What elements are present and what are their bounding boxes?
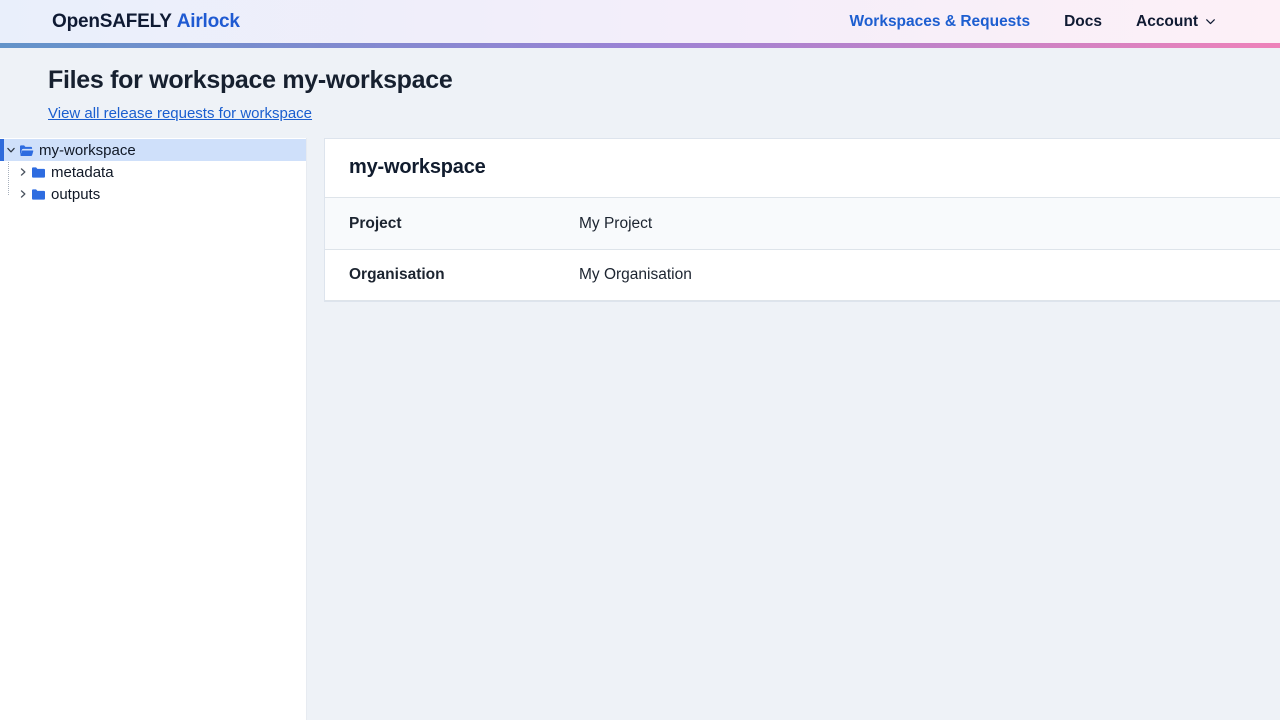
chevron-down-icon: [1205, 16, 1216, 27]
tree-guide-line: [8, 162, 9, 195]
nav-links: Workspaces & Requests Docs Account: [849, 13, 1216, 31]
tree-item-outputs[interactable]: outputs: [0, 183, 306, 205]
navbar: OpenSAFELYAirlock Workspaces & Requests …: [0, 0, 1280, 43]
brand-logo[interactable]: OpenSAFELYAirlock: [52, 11, 240, 33]
detail-label-organisation: Organisation: [325, 266, 579, 284]
workspace-card-title: my-workspace: [325, 139, 1280, 197]
tree-item-label: metadata: [51, 164, 114, 181]
tree-item-label: outputs: [51, 186, 100, 203]
view-release-requests-link[interactable]: View all release requests for workspace: [48, 104, 312, 124]
file-tree-sidebar: my-workspace metadata outputs: [0, 138, 307, 720]
nav-link-account-label: Account: [1136, 13, 1198, 31]
detail-value-project: My Project: [579, 215, 652, 233]
content-area: my-workspace metadata outputs my-workspa…: [0, 138, 1280, 720]
table-row: Organisation My Organisation: [325, 249, 1280, 301]
chevron-right-icon[interactable]: [17, 189, 28, 199]
workspace-card: my-workspace Project My Project Organisa…: [324, 138, 1280, 302]
brand-secondary: Airlock: [177, 11, 240, 32]
folder-icon: [31, 166, 46, 179]
brand-primary: OpenSAFELY: [52, 11, 172, 32]
tree-item-my-workspace[interactable]: my-workspace: [0, 139, 306, 161]
tree-item-metadata[interactable]: metadata: [0, 161, 306, 183]
detail-value-organisation: My Organisation: [579, 266, 692, 284]
nav-link-workspaces-requests[interactable]: Workspaces & Requests: [849, 13, 1030, 31]
tree-item-label: my-workspace: [39, 142, 136, 159]
nav-link-docs[interactable]: Docs: [1064, 13, 1102, 31]
nav-link-account[interactable]: Account: [1136, 13, 1216, 31]
chevron-right-icon[interactable]: [17, 167, 28, 177]
folder-icon: [31, 188, 46, 201]
page-title: Files for workspace my-workspace: [48, 65, 1232, 95]
open-folder-icon: [19, 144, 34, 157]
page-header: Files for workspace my-workspace View al…: [0, 48, 1280, 138]
chevron-down-icon[interactable]: [5, 145, 16, 155]
table-row: Project My Project: [325, 197, 1280, 249]
detail-label-project: Project: [325, 215, 579, 233]
